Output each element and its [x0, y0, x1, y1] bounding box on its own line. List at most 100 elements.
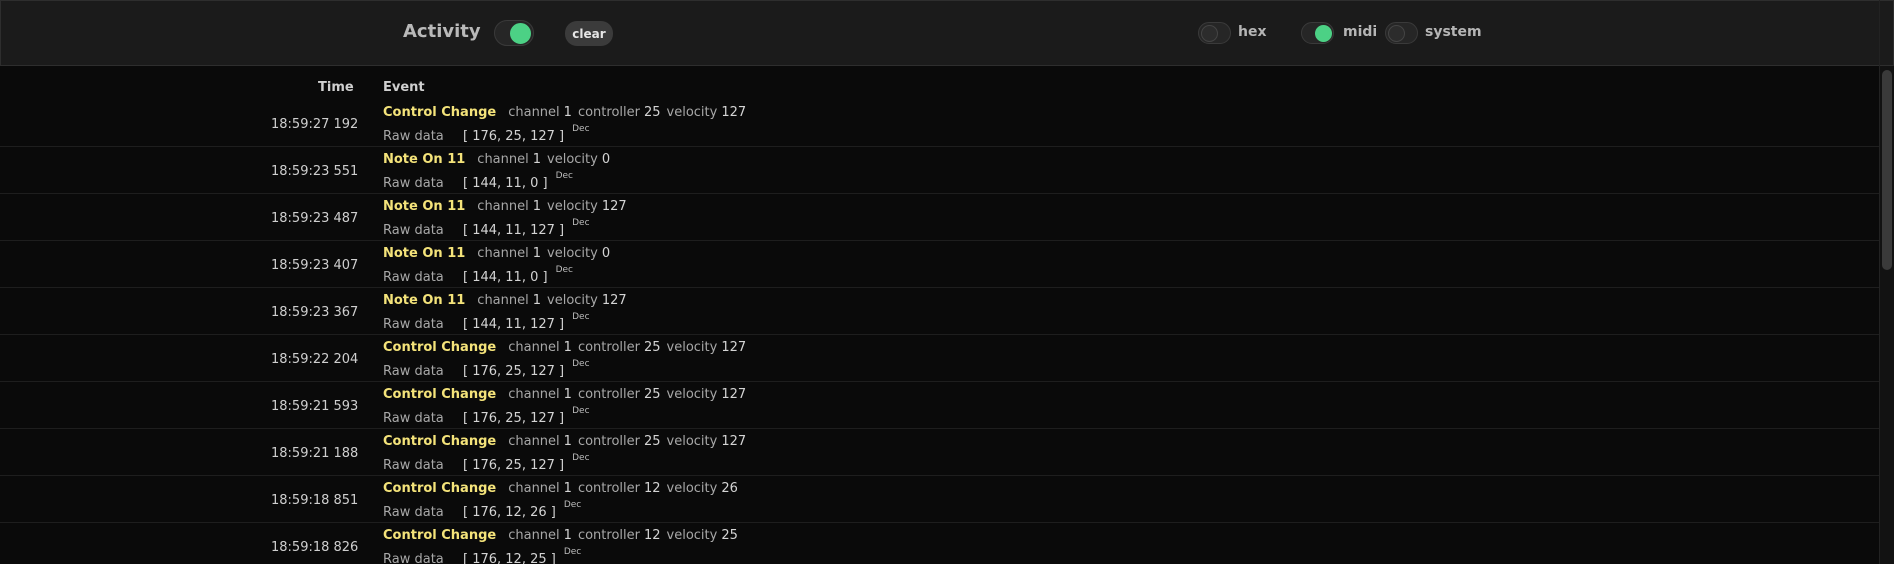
- raw-data-label: Raw data: [383, 317, 444, 332]
- raw-data-label: Raw data: [383, 505, 444, 520]
- system-toggle[interactable]: [1385, 22, 1418, 44]
- raw-data-label: Raw data: [383, 552, 444, 564]
- attribute-value: 25: [643, 105, 661, 120]
- attribute-value: 1: [563, 481, 572, 496]
- event-time: 18:59:23 487: [271, 211, 359, 226]
- attribute-label: controller: [577, 528, 640, 543]
- attribute-value: 1: [563, 528, 572, 543]
- event-time: 18:59:23 551: [271, 164, 359, 179]
- table-row: 18:59:23 407 Note On 11 channel 1 velocity 0 R…: [0, 241, 1880, 288]
- raw-data-value: [ 144, 11, 0 ]: [463, 270, 548, 285]
- table-row: 18:59:23 487 Note On 11 channel 1 velocity 12…: [0, 194, 1880, 241]
- attribute-label: channel: [508, 528, 560, 543]
- dec-format-toggle[interactable]: Dec: [564, 500, 581, 510]
- attribute-value: 1: [563, 434, 572, 449]
- dec-format-toggle[interactable]: Dec: [556, 265, 573, 275]
- attribute-value: 127: [721, 434, 747, 449]
- raw-data-value: [ 176, 12, 25 ]: [463, 552, 556, 564]
- attribute-label: velocity: [547, 152, 598, 167]
- event-summary: Note On 11 channel 1 velocity 127: [383, 293, 629, 308]
- raw-data-line: Raw data [ 144, 11, 0 ] Dec: [383, 171, 573, 191]
- table-row: 18:59:21 188 Control Change channel 1 contro…: [0, 429, 1880, 476]
- toggle-knob: [1201, 25, 1218, 42]
- attribute-label: velocity: [547, 293, 598, 308]
- midi-toggle[interactable]: [1301, 22, 1334, 44]
- event-summary: Control Change channel 1 controller 25 veloci…: [383, 340, 748, 355]
- attribute-value: 1: [532, 152, 542, 167]
- dec-format-toggle[interactable]: Dec: [564, 547, 581, 557]
- event-time: 18:59:21 188: [271, 446, 359, 461]
- event-summary: Note On 11 channel 1 velocity 0: [383, 152, 612, 167]
- attribute-label: channel: [477, 246, 529, 261]
- event-summary: Note On 11 channel 1 velocity 127: [383, 199, 629, 214]
- attribute-label: velocity: [547, 246, 598, 261]
- attribute-value: 0: [601, 246, 611, 261]
- clear-button[interactable]: clear: [565, 21, 613, 46]
- table-row: 18:59:18 851 Control Change channel 1 contro…: [0, 476, 1880, 523]
- activity-title: Activity: [403, 21, 481, 42]
- attribute-label: velocity: [666, 387, 718, 402]
- raw-data-line: Raw data [ 176, 25, 127 ] Dec: [383, 406, 590, 426]
- dec-format-toggle[interactable]: Dec: [572, 453, 589, 463]
- dec-format-toggle[interactable]: Dec: [572, 312, 589, 322]
- toggle-knob: [1388, 25, 1405, 42]
- attribute-value: 1: [563, 340, 572, 355]
- activity-toggle[interactable]: [494, 20, 534, 46]
- dec-format-toggle[interactable]: Dec: [556, 171, 573, 181]
- raw-data-label: Raw data: [383, 364, 444, 379]
- dec-format-toggle[interactable]: Dec: [572, 218, 589, 228]
- attribute-value: 25: [643, 434, 661, 449]
- raw-data-value: [ 176, 25, 127 ]: [463, 129, 565, 144]
- attribute-value: 26: [721, 481, 738, 496]
- midi-label: midi: [1343, 24, 1378, 40]
- dec-format-toggle[interactable]: Dec: [572, 359, 589, 369]
- event-summary: Control Change channel 1 controller 25 veloci…: [383, 434, 748, 449]
- event-time: 18:59:23 367: [271, 305, 359, 320]
- raw-data-line: Raw data [ 176, 12, 26 ] Dec: [383, 500, 581, 520]
- raw-data-label: Raw data: [383, 458, 444, 473]
- scroll-thumb[interactable]: [1882, 70, 1892, 270]
- table-row: 18:59:21 593 Control Change channel 1 contro…: [0, 382, 1880, 429]
- raw-data-value: [ 144, 11, 127 ]: [463, 223, 565, 238]
- attribute-label: channel: [477, 293, 529, 308]
- attribute-label: channel: [508, 434, 560, 449]
- event-time: 18:59:27 192: [271, 117, 359, 132]
- raw-data-label: Raw data: [383, 176, 444, 191]
- attribute-value: 25: [643, 387, 661, 402]
- raw-data-line: Raw data [ 176, 25, 127 ] Dec: [383, 124, 590, 144]
- table-row: 18:59:23 367 Note On 11 channel 1 velocity 12…: [0, 288, 1880, 335]
- attribute-value: 0: [601, 152, 611, 167]
- event-time: 18:59:22 204: [271, 352, 359, 367]
- attribute-label: controller: [577, 105, 640, 120]
- col-time-header: Time: [318, 80, 354, 95]
- attribute-value: 1: [532, 199, 542, 214]
- event-name: Control Change: [383, 340, 497, 355]
- attribute-label: channel: [508, 481, 560, 496]
- toggle-knob: [1315, 25, 1332, 42]
- vertical-scrollbar[interactable]: [1880, 66, 1894, 564]
- attribute-value: 25: [643, 340, 661, 355]
- attribute-value: 127: [601, 293, 627, 308]
- raw-data-label: Raw data: [383, 270, 444, 285]
- raw-data-line: Raw data [ 176, 25, 127 ] Dec: [383, 359, 590, 379]
- system-label: system: [1425, 24, 1482, 40]
- raw-data-label: Raw data: [383, 411, 444, 426]
- table-row: 18:59:18 826 Control Change channel 1 contro…: [0, 523, 1880, 564]
- raw-data-line: Raw data [ 144, 11, 0 ] Dec: [383, 265, 573, 285]
- attribute-label: controller: [577, 340, 640, 355]
- dec-format-toggle[interactable]: Dec: [572, 124, 589, 134]
- event-name: Note On 11: [383, 293, 466, 308]
- toggle-knob: [510, 23, 531, 44]
- attribute-label: controller: [577, 387, 640, 402]
- attribute-label: velocity: [547, 199, 598, 214]
- midi-monitor-app: Activity clear hex midi system Time Even…: [0, 0, 1894, 564]
- event-time: 18:59:18 826: [271, 540, 359, 555]
- attribute-label: velocity: [666, 481, 718, 496]
- raw-data-value: [ 176, 25, 127 ]: [463, 458, 565, 473]
- raw-data-value: [ 144, 11, 127 ]: [463, 317, 565, 332]
- hex-toggle[interactable]: [1198, 22, 1231, 44]
- raw-data-label: Raw data: [383, 129, 444, 144]
- raw-data-line: Raw data [ 176, 12, 25 ] Dec: [383, 547, 581, 564]
- dec-format-toggle[interactable]: Dec: [572, 406, 589, 416]
- event-summary: Note On 11 channel 1 velocity 0: [383, 246, 612, 261]
